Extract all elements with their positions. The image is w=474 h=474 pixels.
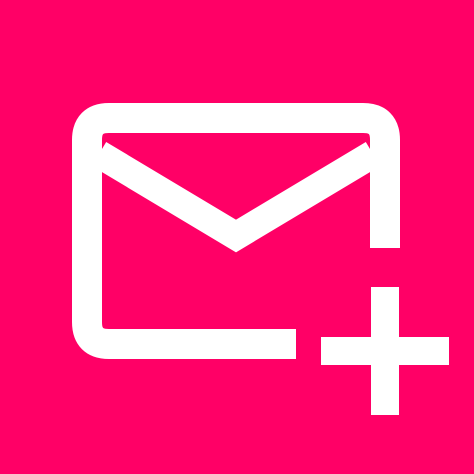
envelope-icon (72, 103, 400, 359)
envelope-flap (91, 141, 381, 253)
plus-horizontal-bar (321, 337, 449, 365)
plus-icon (321, 287, 449, 415)
add-mail-icon (72, 103, 449, 415)
app-icon-tile (0, 0, 474, 474)
